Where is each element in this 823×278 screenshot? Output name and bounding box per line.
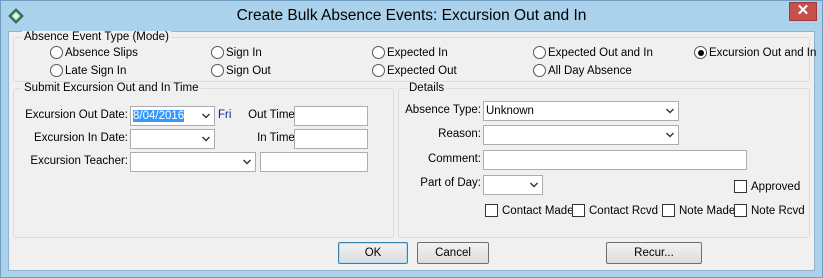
out-date-picker[interactable]: 8/04/2016 — [130, 106, 215, 126]
checkbox-label: Contact Made — [502, 204, 574, 217]
radio-label: Sign In — [226, 46, 262, 59]
radio-expected-in[interactable]: Expected In — [372, 46, 448, 59]
close-icon: ✕ — [796, 2, 810, 19]
dialog-window: Create Bulk Absence Events: Excursion Ou… — [0, 0, 823, 278]
radio-expected-out-and-in[interactable]: Expected Out and In — [533, 46, 653, 59]
out-date-label: Excursion Out Date: — [25, 109, 128, 121]
close-button[interactable]: ✕ — [789, 2, 817, 21]
checkbox-label: Approved — [751, 180, 801, 193]
window-title: Create Bulk Absence Events: Excursion Ou… — [236, 7, 587, 24]
radio-label: Absence Slips — [65, 46, 138, 59]
checkbox-box[interactable] — [734, 180, 747, 193]
note-rcvd-checkbox[interactable]: Note Rcvd — [734, 204, 805, 217]
reason-select[interactable] — [483, 125, 679, 145]
chevron-down-icon[interactable] — [201, 111, 211, 121]
details-group: Details Absence Type: Unknown Reason: Co… — [398, 82, 810, 238]
chevron-down-icon[interactable] — [242, 157, 252, 167]
radio-absence-slips[interactable]: Absence Slips — [50, 46, 138, 59]
contact-rcvd-checkbox[interactable]: Contact Rcvd — [572, 204, 658, 217]
radio-label: Expected Out — [387, 64, 457, 77]
chevron-down-icon[interactable] — [665, 106, 675, 116]
radio-indicator[interactable] — [533, 46, 546, 59]
chevron-down-icon[interactable] — [529, 180, 539, 190]
details-legend: Details — [407, 82, 447, 95]
in-time-input[interactable] — [294, 129, 368, 149]
absence-type-label: Absence Type: — [405, 104, 481, 116]
radio-label: Expected In — [387, 46, 448, 59]
radio-indicator-selected[interactable] — [694, 46, 707, 59]
radio-indicator[interactable] — [211, 46, 224, 59]
out-date-value: 8/04/2016 — [133, 110, 185, 122]
radio-late-sign-in[interactable]: Late Sign In — [50, 64, 126, 77]
in-date-picker[interactable] — [130, 129, 215, 149]
radio-label: Expected Out and In — [548, 46, 653, 59]
comment-label: Comment: — [427, 153, 481, 165]
checkbox-box[interactable] — [572, 204, 585, 217]
teacher-label: Excursion Teacher: — [30, 155, 128, 167]
in-time-label: In Time: — [257, 132, 298, 144]
absence-type-select[interactable]: Unknown — [483, 101, 679, 121]
part-of-day-select[interactable] — [483, 175, 543, 195]
checkbox-box[interactable] — [734, 204, 747, 217]
checkbox-box[interactable] — [662, 204, 675, 217]
radio-indicator[interactable] — [372, 46, 385, 59]
excursion-group: Submit Excursion Out and In Time Excursi… — [13, 82, 394, 238]
note-made-checkbox[interactable]: Note Made — [662, 204, 735, 217]
teacher-extra-input[interactable] — [260, 152, 368, 172]
chevron-down-icon[interactable] — [665, 130, 675, 140]
recur-button[interactable]: Recur... — [606, 242, 702, 264]
radio-indicator[interactable] — [533, 64, 546, 77]
approved-checkbox[interactable]: Approved — [734, 180, 800, 193]
radio-indicator[interactable] — [372, 64, 385, 77]
radio-indicator[interactable] — [50, 64, 63, 77]
checkbox-box[interactable] — [485, 204, 498, 217]
radio-indicator[interactable] — [50, 46, 63, 59]
excursion-legend: Submit Excursion Out and In Time — [22, 82, 201, 95]
dialog-body: Absence Event Type (Mode) Absence Slips … — [8, 31, 816, 271]
radio-sign-in[interactable]: Sign In — [211, 46, 262, 59]
contact-made-checkbox[interactable]: Contact Made — [485, 204, 574, 217]
comment-input[interactable] — [483, 150, 747, 170]
radio-label: Sign Out — [226, 64, 271, 77]
in-date-label: Excursion In Date: — [34, 132, 128, 144]
radio-indicator[interactable] — [211, 64, 224, 77]
mode-legend: Absence Event Type (Mode) — [22, 31, 171, 44]
radio-label: Late Sign In — [65, 64, 127, 77]
mode-group: Absence Event Type (Mode) Absence Slips … — [13, 31, 816, 82]
radio-label: All Day Absence — [548, 64, 632, 77]
ok-button[interactable]: OK — [338, 242, 408, 264]
absence-type-value: Unknown — [486, 105, 534, 117]
checkbox-label: Note Made — [679, 204, 736, 217]
out-time-label: Out Time: — [248, 109, 298, 121]
radio-sign-out[interactable]: Sign Out — [211, 64, 271, 77]
radio-all-day-absence[interactable]: All Day Absence — [533, 64, 632, 77]
radio-excursion-out-and-in[interactable]: Excursion Out and In — [694, 46, 816, 59]
checkbox-label: Note Rcvd — [751, 204, 805, 217]
checkbox-label: Contact Rcvd — [589, 204, 659, 217]
teacher-select[interactable] — [130, 152, 256, 172]
out-time-input[interactable] — [294, 106, 368, 126]
part-of-day-label: Part of Day: — [420, 177, 481, 189]
reason-label: Reason: — [438, 128, 481, 140]
out-day-text: Fri — [218, 109, 232, 121]
radio-expected-out[interactable]: Expected Out — [372, 64, 457, 77]
cancel-button[interactable]: Cancel — [417, 242, 489, 264]
title-bar[interactable]: Create Bulk Absence Events: Excursion Ou… — [1, 1, 822, 31]
radio-label: Excursion Out and In — [709, 46, 817, 59]
chevron-down-icon[interactable] — [201, 134, 211, 144]
